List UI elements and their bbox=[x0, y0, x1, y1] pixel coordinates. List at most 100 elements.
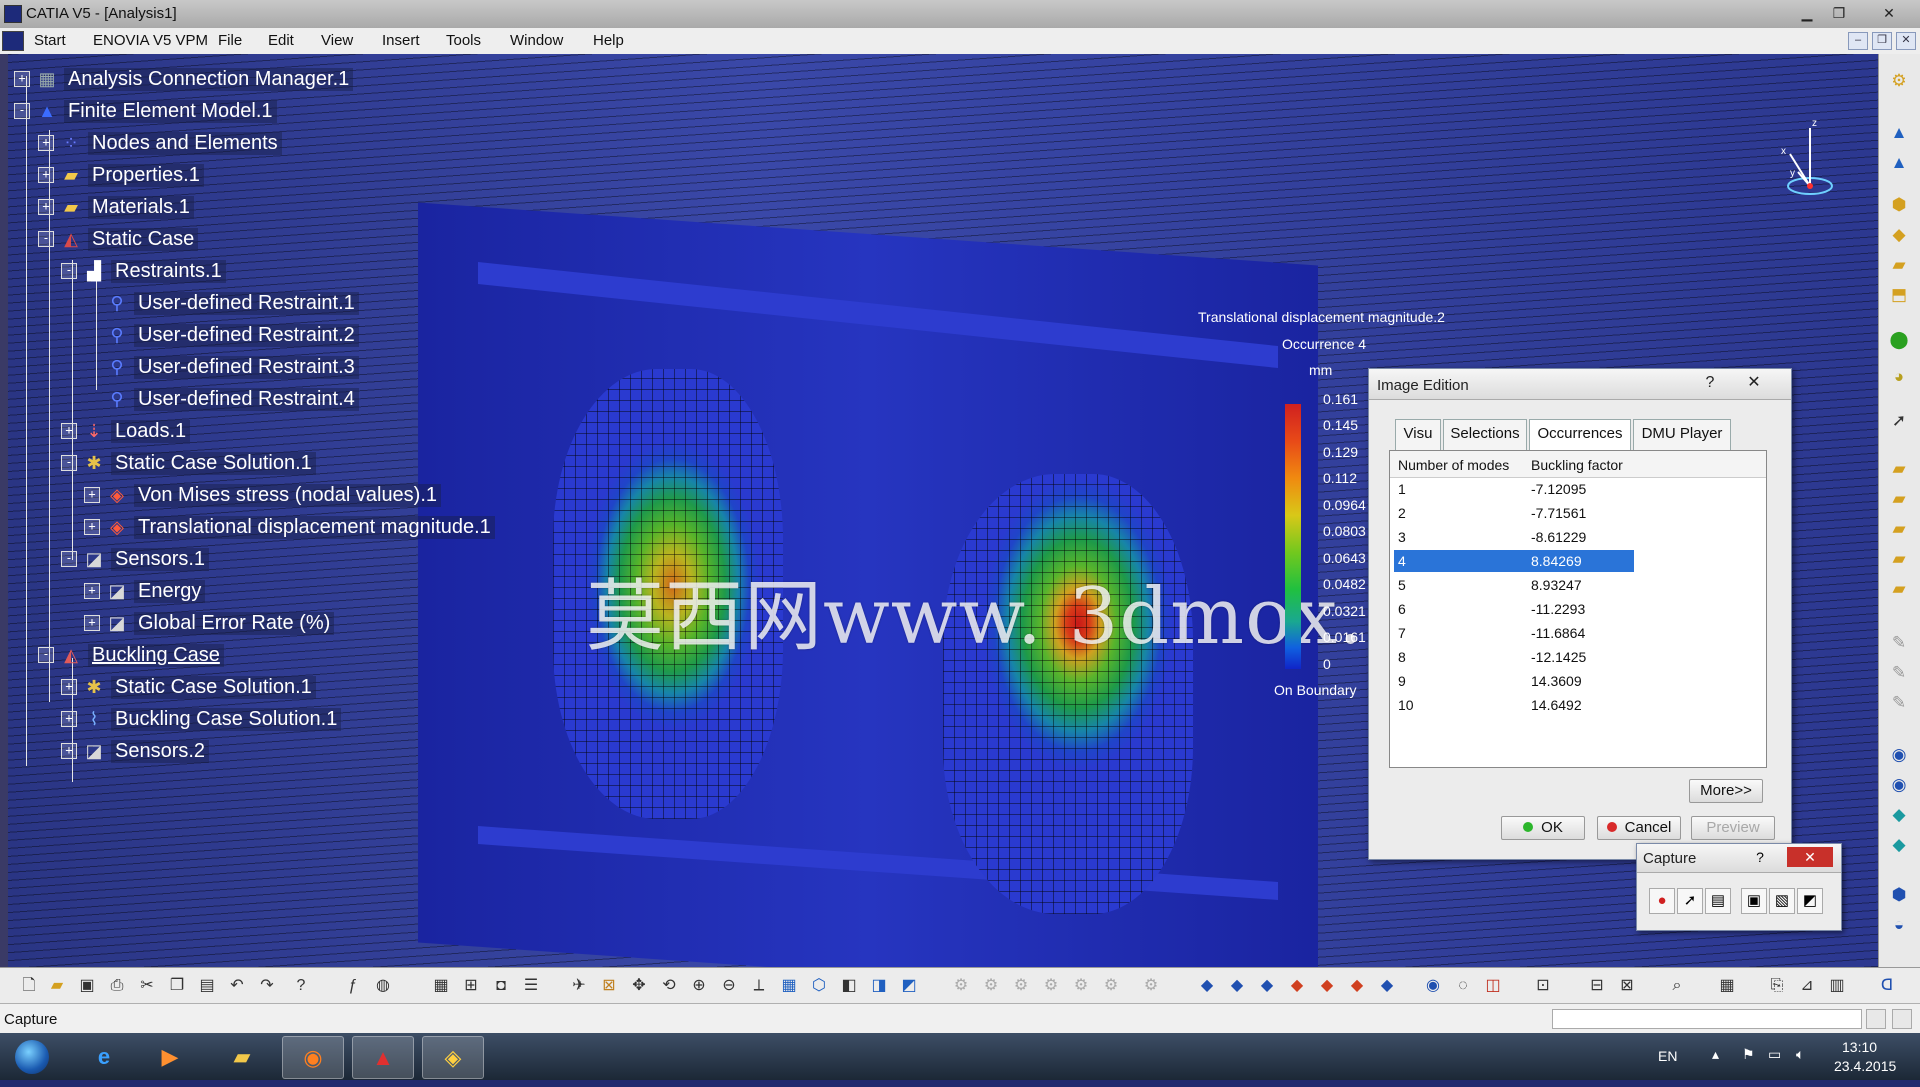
menu-tools[interactable]: Tools bbox=[446, 32, 481, 49]
doc-minimize-button[interactable]: – bbox=[1848, 32, 1868, 50]
expand-icon[interactable]: + bbox=[84, 583, 100, 599]
capture-help-button[interactable]: ? bbox=[1749, 847, 1771, 867]
adaptivity-icon[interactable]: ◆ bbox=[1888, 804, 1910, 826]
error-map-icon[interactable]: ◆ bbox=[1888, 834, 1910, 856]
hide-show-icon[interactable]: ◨ bbox=[868, 975, 890, 997]
undo-icon[interactable]: ↶ bbox=[226, 975, 248, 997]
action-center-flag-icon[interactable]: ⚑ bbox=[1742, 1046, 1755, 1063]
redo-icon[interactable]: ↷ bbox=[256, 975, 278, 997]
tree-node-restraints[interactable]: - ▟ Restraints.1 bbox=[61, 256, 226, 286]
tree-node-user-defined-restraint-3[interactable]: ⚲ User-defined Restraint.3 bbox=[106, 352, 359, 382]
tree-node-user-defined-restraint-1[interactable]: ⚲ User-defined Restraint.1 bbox=[106, 288, 359, 318]
more-button[interactable]: More>> bbox=[1689, 779, 1763, 803]
col-header-modes[interactable]: Number of modes bbox=[1398, 457, 1509, 473]
close-button[interactable]: ✕ bbox=[1876, 3, 1902, 23]
menu-file[interactable]: File bbox=[218, 32, 242, 49]
rotate-icon[interactable]: ⟲ bbox=[658, 975, 680, 997]
whats-this-icon[interactable]: ? bbox=[290, 975, 312, 997]
principal-stress-icon[interactable]: ▰ bbox=[1888, 578, 1910, 600]
volume-icon[interactable]: 🔈︎ bbox=[1796, 1046, 1804, 1063]
tree-node-properties[interactable]: + ▰ Properties.1 bbox=[38, 160, 204, 190]
new-icon[interactable]: 🗋 bbox=[18, 975, 40, 997]
tree-node-energy[interactable]: + ◪ Energy bbox=[84, 576, 206, 606]
analysis-tool-2-icon[interactable]: ◌ bbox=[1452, 975, 1474, 997]
restraint-tool-icon[interactable]: ⬤ bbox=[1888, 329, 1910, 351]
image-tool-4-icon[interactable]: ◆ bbox=[1286, 975, 1308, 997]
multi-view-icon[interactable]: ▦ bbox=[778, 975, 800, 997]
knowledge-icon[interactable]: ◍ bbox=[372, 975, 394, 997]
col-header-buckling-factor[interactable]: Buckling factor bbox=[1531, 457, 1623, 473]
expand-icon[interactable]: + bbox=[61, 423, 77, 439]
copy-icon[interactable]: ❐ bbox=[166, 975, 188, 997]
save-icon[interactable]: ▣ bbox=[76, 975, 98, 997]
paste-icon[interactable]: ▤ bbox=[196, 975, 218, 997]
pointer-icon[interactable]: ➚ bbox=[1888, 410, 1910, 432]
menu-insert[interactable]: Insert bbox=[382, 32, 420, 49]
iso-view-icon[interactable]: ⬡ bbox=[808, 975, 830, 997]
tree-node-static-case[interactable]: - ◭ Static Case bbox=[38, 224, 199, 254]
dialog-help-button[interactable]: ? bbox=[1697, 373, 1723, 393]
axis-triad-icon[interactable]: z x y bbox=[1768, 114, 1848, 204]
graph-icon[interactable]: ⊞ bbox=[460, 975, 482, 997]
load-icon[interactable]: ◕ bbox=[1888, 366, 1910, 388]
group-tool-2-icon[interactable]: ⚙ bbox=[980, 975, 1002, 997]
table-row[interactable]: 3 -8.61229 bbox=[1394, 526, 1634, 548]
mesh-icon[interactable]: ▲ bbox=[1888, 122, 1910, 144]
tree-node-global-error-rate[interactable]: + ◪ Global Error Rate (%) bbox=[84, 608, 335, 638]
expand-icon[interactable]: + bbox=[84, 615, 100, 631]
collapse-icon[interactable]: - bbox=[38, 647, 54, 663]
status-settings-icon[interactable] bbox=[1892, 1009, 1912, 1029]
collapse-icon[interactable]: - bbox=[61, 455, 77, 471]
group-tool-7-icon[interactable]: ⚙ bbox=[1140, 975, 1162, 997]
tab-occurrences[interactable]: Occurrences bbox=[1529, 419, 1631, 451]
normal-view-icon[interactable]: ⟂ bbox=[748, 975, 770, 997]
menu-help[interactable]: Help bbox=[593, 32, 624, 49]
table-row[interactable]: 6 -11.2293 bbox=[1394, 598, 1634, 620]
search-icon[interactable]: ⌕ bbox=[1666, 975, 1688, 997]
clock-time[interactable]: 13:10 bbox=[1842, 1039, 1877, 1055]
group-tool-1-icon[interactable]: ⚙ bbox=[950, 975, 972, 997]
tree-node-sensors-1[interactable]: - ◪ Sensors.1 bbox=[61, 544, 210, 574]
tree-node-nodes-and-elements[interactable]: + ⁘ Nodes and Elements bbox=[38, 128, 282, 158]
table-row[interactable]: 8 -12.1425 bbox=[1394, 646, 1634, 668]
capture-close-button[interactable]: ✕ bbox=[1787, 847, 1833, 867]
section-icon[interactable]: ⊟ bbox=[1586, 975, 1608, 997]
von-mises-icon[interactable]: ▰ bbox=[1888, 518, 1910, 540]
command-input[interactable] bbox=[1552, 1009, 1862, 1029]
collapse-icon[interactable]: - bbox=[61, 551, 77, 567]
property-icon[interactable]: ◆ bbox=[1888, 224, 1910, 246]
language-indicator[interactable]: EN bbox=[1658, 1048, 1677, 1064]
report-icon[interactable]: ◉ bbox=[1888, 774, 1910, 796]
report-tool-icon[interactable]: ⎘ bbox=[1766, 975, 1788, 997]
group-tool-6-icon[interactable]: ⚙ bbox=[1100, 975, 1122, 997]
open-icon[interactable]: ▰ bbox=[46, 975, 68, 997]
document-icon[interactable] bbox=[2, 31, 24, 51]
table-row[interactable]: 9 14.3609 bbox=[1394, 670, 1634, 692]
clock-date[interactable]: 23.4.2015 bbox=[1834, 1058, 1896, 1074]
table-row[interactable]: 7 -11.6864 bbox=[1394, 622, 1634, 644]
expand-icon[interactable]: + bbox=[61, 679, 77, 695]
expand-icon[interactable]: + bbox=[84, 487, 100, 503]
expand-icon[interactable]: + bbox=[61, 743, 77, 759]
tab-selections[interactable]: Selections bbox=[1443, 419, 1527, 450]
image-tool-2-icon[interactable]: ◆ bbox=[1226, 975, 1248, 997]
select-pointer-icon[interactable]: ➚ bbox=[1677, 888, 1703, 914]
tree-node-finite-element-model[interactable]: - ▲ Finite Element Model.1 bbox=[14, 96, 277, 126]
start-orb-icon[interactable] bbox=[2, 1036, 62, 1077]
record-icon[interactable]: ● bbox=[1649, 888, 1675, 914]
chart-tool-icon[interactable]: ⊿ bbox=[1796, 975, 1818, 997]
preview-button[interactable]: Preview bbox=[1691, 816, 1775, 840]
catia-app-icon[interactable] bbox=[4, 5, 22, 23]
collapse-icon[interactable]: - bbox=[14, 103, 30, 119]
swap-space-icon[interactable]: ◩ bbox=[898, 975, 920, 997]
expand-icon[interactable]: + bbox=[38, 167, 54, 183]
animate-icon[interactable]: ✎ bbox=[1888, 632, 1910, 654]
calculator-icon[interactable]: ▦ bbox=[1716, 975, 1738, 997]
tree-node-buckling-case-solution[interactable]: + ⌇ Buckling Case Solution.1 bbox=[61, 704, 342, 734]
network-icon[interactable]: ▭ bbox=[1768, 1046, 1781, 1063]
image-tool-5-icon[interactable]: ◆ bbox=[1316, 975, 1338, 997]
image-capture-icon[interactable]: ◩ bbox=[1797, 888, 1823, 914]
tree-node-user-defined-restraint-4[interactable]: ⚲ User-defined Restraint.4 bbox=[106, 384, 359, 414]
internet-explorer-icon[interactable]: e bbox=[74, 1036, 134, 1077]
table-row[interactable]: 2 -7.71561 bbox=[1394, 502, 1634, 524]
